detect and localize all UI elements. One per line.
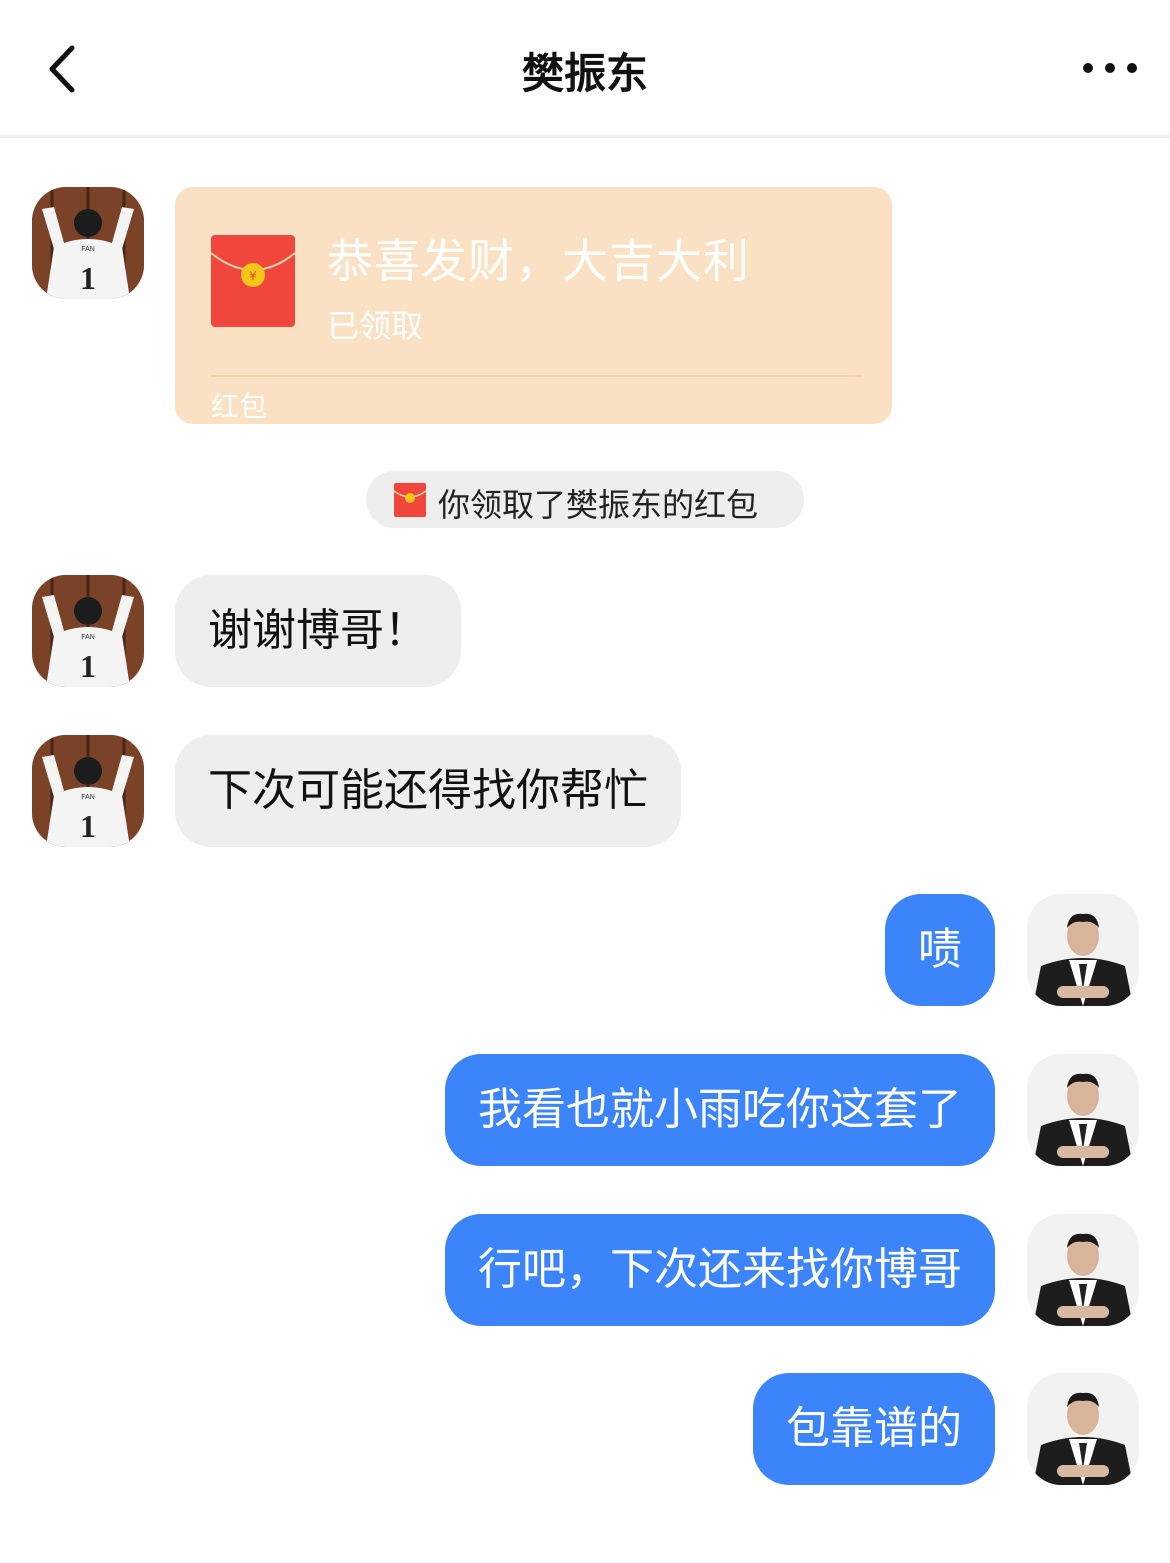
red-packet-card[interactable]: ¥ 恭喜发财，大吉大利 已领取 红包 — [175, 187, 892, 424]
divider — [211, 375, 862, 377]
svg-text:¥: ¥ — [249, 269, 257, 283]
jersey-name-text: FAN — [81, 246, 95, 253]
self-avatar[interactable] — [1027, 894, 1139, 1006]
system-notice: 你领取了樊振东的红包 — [366, 471, 804, 528]
red-packet-status: 已领取 — [327, 307, 424, 345]
red-packet-label: 红包 — [211, 390, 268, 423]
incoming-message-bubble[interactable]: 谢谢博哥！ — [175, 575, 461, 687]
jersey-number-text: 1 — [80, 260, 96, 296]
self-avatar[interactable] — [1027, 1054, 1139, 1166]
jersey-name-text: FAN — [81, 794, 95, 801]
self-avatar[interactable] — [1027, 1373, 1139, 1485]
red-envelope-icon — [394, 483, 426, 517]
outgoing-message-bubble[interactable]: 啧 — [885, 894, 995, 1006]
chat-screen: 樊振东 FAN 1 ¥ 恭喜发财，大吉大利 已领取 红包 你领取了樊振东的红包 … — [0, 0, 1170, 1563]
red-packet-greeting: 恭喜发财，大吉大利 — [327, 234, 750, 288]
incoming-message-bubble[interactable]: 下次可能还得找你帮忙 — [175, 735, 681, 847]
self-avatar[interactable] — [1027, 1214, 1139, 1326]
more-button[interactable] — [1080, 48, 1140, 88]
jersey-name-text: FAN — [81, 634, 95, 641]
jersey-number-text: 1 — [80, 648, 96, 684]
contact-avatar[interactable]: FAN 1 — [32, 187, 144, 299]
outgoing-message-bubble[interactable]: 行吧，下次还来找你博哥 — [445, 1214, 995, 1326]
page-title: 樊振东 — [521, 49, 648, 98]
red-envelope-icon: ¥ — [211, 235, 295, 327]
system-notice-text: 你领取了樊振东的红包 — [438, 486, 759, 524]
outgoing-message-bubble[interactable]: 我看也就小雨吃你这套了 — [445, 1054, 995, 1166]
contact-avatar[interactable]: FAN 1 — [32, 735, 144, 847]
chat-header: 樊振东 — [0, 0, 1170, 138]
more-horizontal-icon — [1083, 63, 1137, 73]
contact-avatar[interactable]: FAN 1 — [32, 575, 144, 687]
jersey-number-text: 1 — [80, 808, 96, 844]
outgoing-message-bubble[interactable]: 包靠谱的 — [753, 1373, 995, 1485]
